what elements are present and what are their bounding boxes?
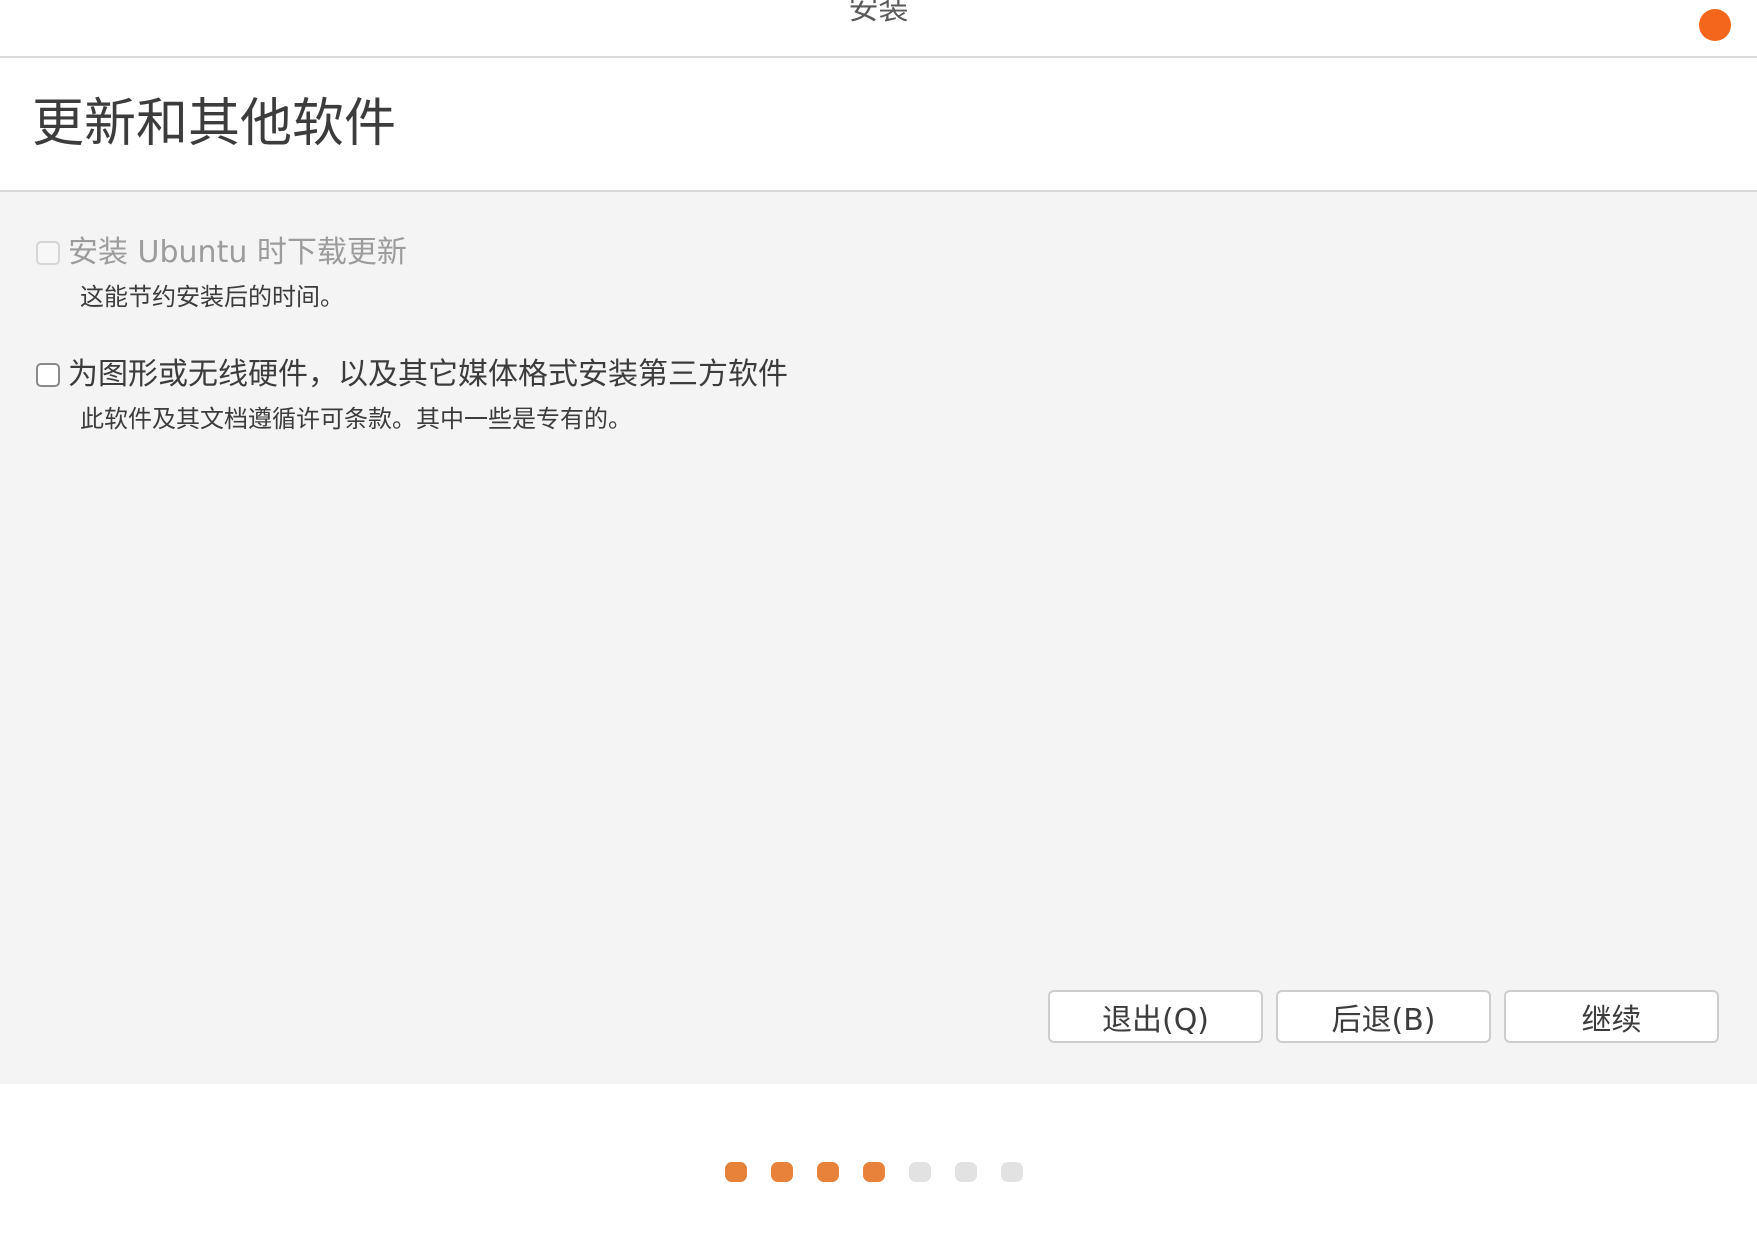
installer-window: 安装 更新和其他软件 安装 Ubuntu 时下载更新 这能节约安装后的时间。 为…	[0, 0, 1757, 1255]
progress-dot-pending	[955, 1162, 977, 1182]
progress-dots	[725, 1162, 1023, 1182]
third-party-software-label[interactable]: 为图形或无线硬件，以及其它媒体格式安装第三方软件	[68, 356, 788, 394]
progress-dot-pending	[909, 1162, 931, 1182]
progress-dot-completed	[771, 1162, 793, 1182]
download-updates-checkbox	[36, 241, 60, 265]
page-title: 更新和其他软件	[32, 94, 397, 154]
progress-dot-pending	[1001, 1162, 1023, 1182]
quit-button[interactable]: 退出(Q)	[1048, 990, 1263, 1043]
continue-button[interactable]: 继续	[1504, 990, 1719, 1043]
third-party-software-description: 此软件及其文档遵循许可条款。其中一些是专有的。	[80, 405, 632, 433]
button-bar: 退出(Q) 后退(B) 继续	[1048, 990, 1719, 1043]
title-bar: 安装	[0, 0, 1757, 58]
third-party-software-option: 为图形或无线硬件，以及其它媒体格式安装第三方软件 此软件及其文档遵循许可条款。其…	[36, 356, 788, 434]
download-updates-row: 安装 Ubuntu 时下载更新	[36, 234, 407, 272]
download-updates-label: 安装 Ubuntu 时下载更新	[68, 235, 407, 270]
window-title: 安装	[848, 0, 909, 27]
download-updates-description: 这能节约安装后的时间。	[80, 283, 344, 311]
third-party-software-checkbox[interactable]	[36, 363, 60, 387]
download-updates-option: 安装 Ubuntu 时下载更新 这能节约安装后的时间。	[36, 234, 407, 312]
progress-dot-completed	[863, 1162, 885, 1182]
progress-dot-completed	[817, 1162, 839, 1182]
back-button[interactable]: 后退(B)	[1276, 990, 1491, 1043]
footer	[0, 1084, 1757, 1255]
progress-dot-completed	[725, 1162, 747, 1182]
content-area: 安装 Ubuntu 时下载更新 这能节约安装后的时间。 为图形或无线硬件，以及其…	[0, 192, 1757, 1084]
close-icon[interactable]	[1699, 9, 1731, 41]
third-party-software-row[interactable]: 为图形或无线硬件，以及其它媒体格式安装第三方软件	[36, 356, 788, 394]
page-header: 更新和其他软件	[0, 58, 1757, 192]
